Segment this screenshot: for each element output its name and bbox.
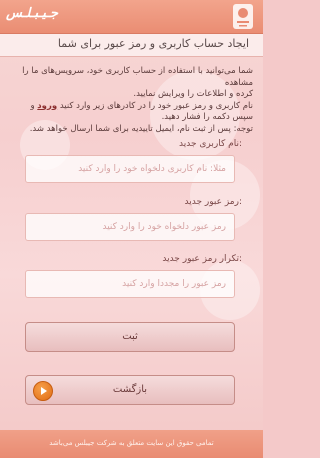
submit-button[interactable]: ثبت xyxy=(25,322,235,352)
instruction-line: شما می‌توانید با استفاده از حساب کاربری … xyxy=(22,66,253,88)
top-bar: جـيـبـلـس xyxy=(0,0,263,34)
instruction-line: کرده و اطلاعات را ویرایش نمایید. xyxy=(133,89,253,99)
username-label: نام کاربری جدید: xyxy=(179,139,242,149)
password-input[interactable] xyxy=(26,214,234,240)
confirm-password-field[interactable] xyxy=(25,270,235,298)
back-button[interactable]: بازگشت xyxy=(25,375,235,405)
instruction-text: نام کاربری و رمز عبور خود را در کادرهای … xyxy=(59,100,253,111)
instruction-note: توجه: پس از ثبت نام، ایمیل تاییدیه برای … xyxy=(29,123,253,134)
play-icon xyxy=(33,381,53,401)
back-button-label: بازگشت xyxy=(112,384,148,395)
submit-button-label: ثبت xyxy=(122,331,138,342)
instructions: شما می‌توانید با استفاده از حساب کاربری … xyxy=(10,66,253,135)
footer-text: تمامی حقوق این سایت متعلق به شرکت جیبلس … xyxy=(49,439,214,447)
confirm-password-label: تکرار رمز عبور جدید: xyxy=(162,254,242,264)
password-field[interactable] xyxy=(25,213,235,241)
seal-emblem-icon xyxy=(233,4,253,29)
page-title: ایجاد حساب کاربری و رمز عبور برای شما xyxy=(57,37,249,50)
username-input[interactable] xyxy=(26,156,234,182)
highlight-link: ورود xyxy=(37,100,58,111)
page-title-bar: ایجاد حساب کاربری و رمز عبور برای شما xyxy=(0,34,263,57)
confirm-password-input[interactable] xyxy=(26,271,234,297)
app-logo: جـيـبـلـس xyxy=(6,6,58,21)
footer: تمامی حقوق این سایت متعلق به شرکت جیبلس … xyxy=(0,430,263,458)
username-field[interactable] xyxy=(25,155,235,183)
instruction-line: نام کاربری و رمز عبور خود را در کادرهای … xyxy=(10,101,253,124)
password-label: رمز عبور جدید: xyxy=(184,197,243,207)
